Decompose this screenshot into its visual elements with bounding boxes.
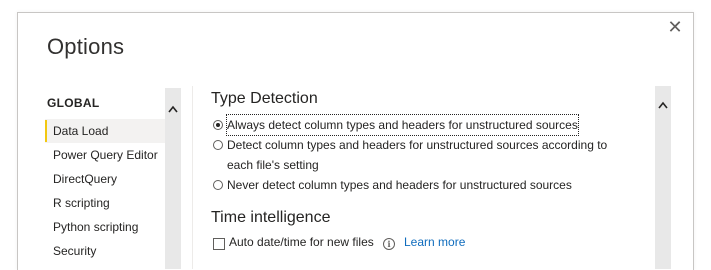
options-nav: GLOBAL Data Load Power Query Editor Dire… <box>45 88 181 269</box>
dialog-title: Options <box>47 34 125 59</box>
radio-button[interactable] <box>213 180 223 190</box>
auto-datetime-checkbox[interactable] <box>213 238 225 250</box>
type-detection-title: Type Detection <box>211 90 318 107</box>
radio-button[interactable] <box>213 120 223 130</box>
nav-divider <box>192 86 193 269</box>
info-icon[interactable]: i <box>383 238 395 250</box>
nav-section-header: GLOBAL <box>47 96 100 110</box>
nav-item-directquery[interactable]: DirectQuery <box>45 167 165 191</box>
close-icon[interactable]: ✕ <box>667 18 683 36</box>
auto-datetime-label[interactable]: Auto date/time for new files <box>229 235 374 249</box>
radio-label: Detect column types and headers for unst… <box>227 138 608 172</box>
radio-label: Always detect column types and headers f… <box>226 114 579 136</box>
nav-item-data-load[interactable]: Data Load <box>45 119 165 143</box>
radio-button[interactable] <box>213 140 223 150</box>
chevron-up-icon[interactable] <box>655 96 671 114</box>
nav-item-power-query-editor[interactable]: Power Query Editor <box>45 143 165 167</box>
chevron-up-icon[interactable] <box>165 100 181 118</box>
nav-item-r-scripting[interactable]: R scripting <box>45 191 165 215</box>
nav-item-security[interactable]: Security <box>45 239 165 263</box>
radio-label: Never detect column types and headers fo… <box>227 178 572 192</box>
learn-more-link[interactable]: Learn more <box>404 235 465 249</box>
nav-scrollbar[interactable] <box>165 88 181 269</box>
nav-list: Data Load Power Query Editor DirectQuery… <box>45 119 165 263</box>
nav-item-python-scripting[interactable]: Python scripting <box>45 215 165 239</box>
content-scrollbar[interactable] <box>655 86 671 269</box>
time-intelligence-title: Time intelligence <box>211 209 331 226</box>
